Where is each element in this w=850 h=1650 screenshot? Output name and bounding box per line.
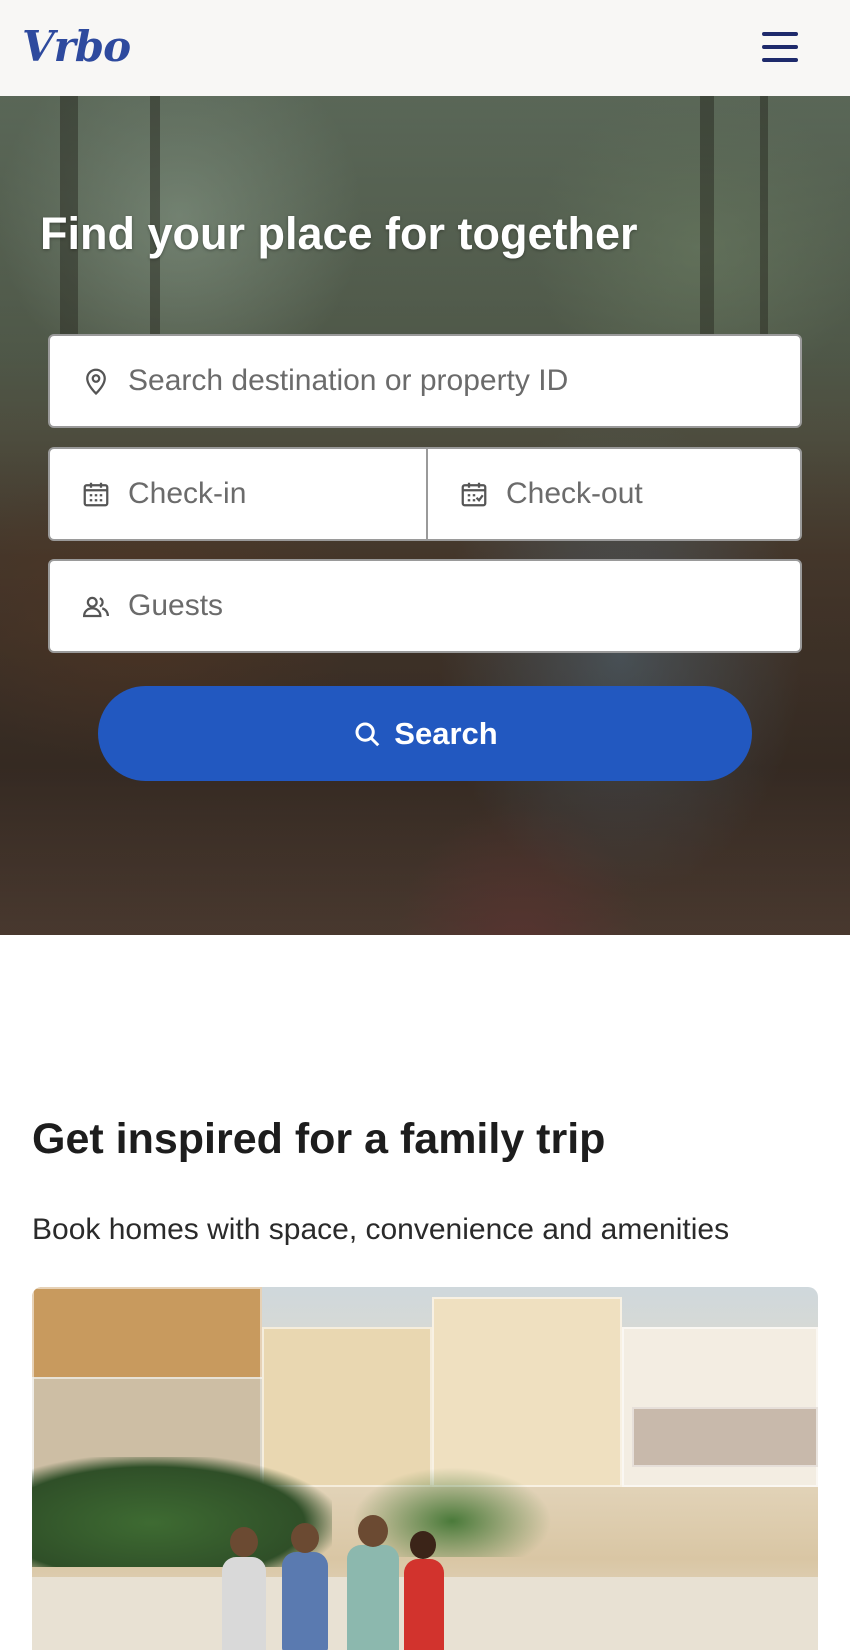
calendar-check-icon [458, 478, 490, 510]
checkout-field[interactable]: Check-out [426, 447, 802, 541]
users-icon [80, 590, 112, 622]
search-button[interactable]: Search [98, 686, 752, 781]
vrbo-logo[interactable]: Vrbo [22, 22, 131, 71]
inspiration-subtitle: Book homes with space, convenience and a… [32, 1213, 730, 1246]
destination-field[interactable]: Search destination or property ID [48, 334, 802, 428]
inspiration-title: Get inspired for a family trip [32, 1115, 606, 1163]
top-header: Vrbo [0, 0, 850, 96]
hero-section: Find your place for together Search dest… [0, 96, 850, 935]
checkin-placeholder: Check-in [128, 477, 247, 510]
guests-field[interactable]: Guests [48, 559, 802, 653]
destination-placeholder: Search destination or property ID [128, 364, 569, 397]
hero-title: Find your place for together [40, 208, 638, 259]
calendar-icon [80, 478, 112, 510]
search-button-label: Search [394, 715, 498, 751]
checkout-placeholder: Check-out [506, 477, 643, 510]
search-icon [355, 722, 380, 746]
hamburger-menu-icon[interactable] [757, 26, 803, 68]
checkin-field[interactable]: Check-in [48, 447, 428, 541]
family-beach-image[interactable] [32, 1287, 818, 1650]
guests-placeholder: Guests [128, 589, 224, 622]
map-pin-icon [80, 365, 112, 397]
